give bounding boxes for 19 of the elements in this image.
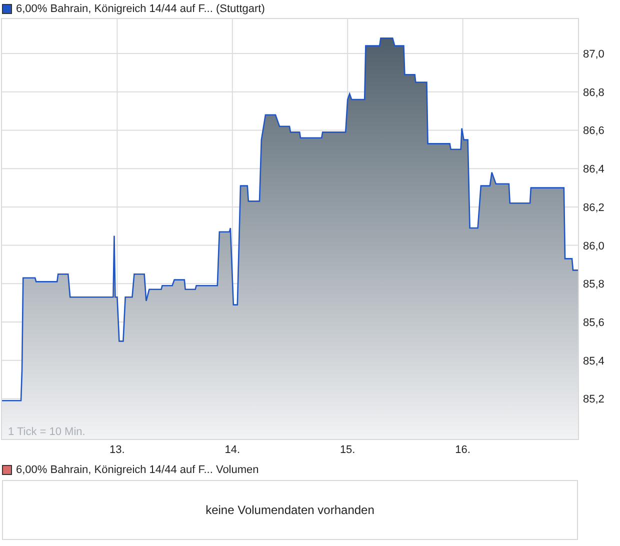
x-axis-label: 14. bbox=[224, 444, 240, 456]
y-axis-label: 85,2 bbox=[583, 394, 604, 406]
y-axis-label: 85,6 bbox=[583, 317, 604, 330]
legend-label: 6,00% Bahrain, Königreich 14/44 auf F... Volumen bbox=[16, 464, 259, 476]
y-axis-label: 86,0 bbox=[583, 240, 604, 252]
empty-message: keine Volumendaten vorhanden bbox=[206, 503, 374, 517]
x-axis-label: 15. bbox=[340, 444, 356, 456]
y-axis-label: 86,2 bbox=[583, 202, 604, 214]
x-axis-label: 16. bbox=[455, 444, 470, 456]
legend-marker bbox=[2, 465, 12, 475]
y-axis-label: 86,6 bbox=[583, 125, 604, 138]
tick-note: 1 Tick = 10 Min. bbox=[8, 426, 86, 438]
legend-label: 6,00% Bahrain, Königreich 14/44 auf F... (Stuttgart) bbox=[16, 3, 265, 15]
x-axis-label: 13. bbox=[110, 444, 125, 456]
y-axis-label: 86,4 bbox=[583, 164, 604, 176]
y-axis-label: 87,0 bbox=[583, 48, 604, 61]
y-axis-label: 85,4 bbox=[583, 355, 604, 368]
y-axis-label: 85,8 bbox=[583, 278, 604, 291]
y-axis-label: 86,8 bbox=[583, 86, 604, 99]
